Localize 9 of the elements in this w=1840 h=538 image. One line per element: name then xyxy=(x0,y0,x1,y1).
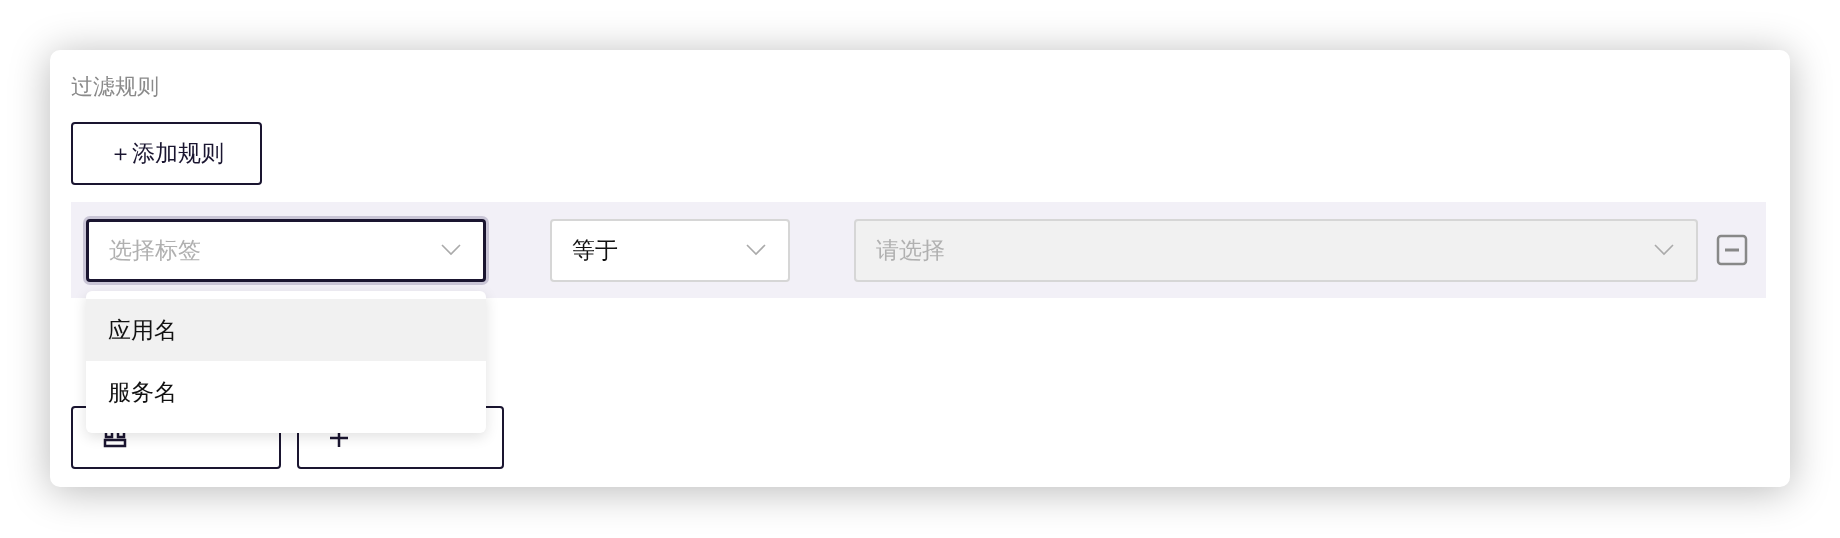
operator-select[interactable]: 等于 xyxy=(550,218,790,282)
chevron-down-icon xyxy=(746,244,766,256)
dropdown-option[interactable]: 服务名 xyxy=(86,360,486,423)
chevron-down-icon xyxy=(441,244,461,256)
chevron-down-icon xyxy=(1654,244,1674,256)
remove-icon[interactable] xyxy=(1716,234,1748,266)
dropdown-option[interactable]: 应用名 xyxy=(86,298,486,361)
add-rule-button[interactable]: ＋添加规则 xyxy=(71,122,262,185)
section-title: 过滤规则 xyxy=(71,73,160,101)
